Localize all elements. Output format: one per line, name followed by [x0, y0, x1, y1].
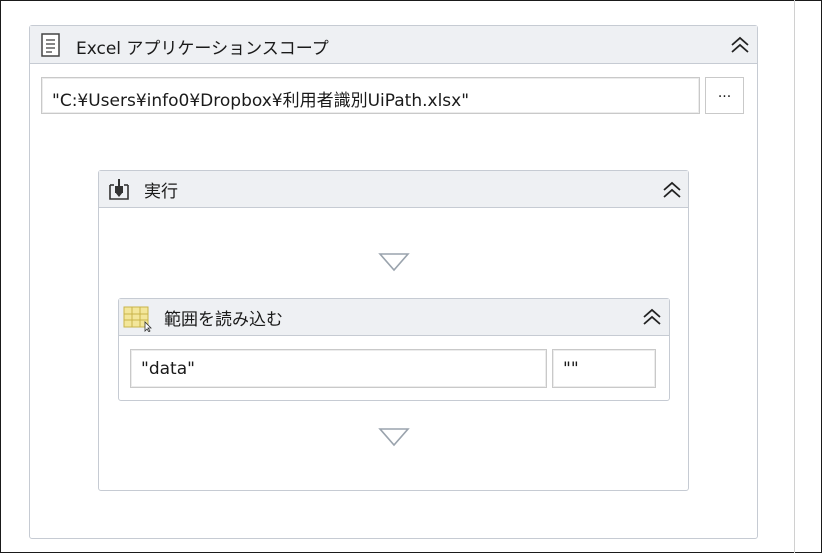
- read-range-header[interactable]: 範囲を読み込む: [119, 299, 669, 336]
- double-chevron-up-icon[interactable]: [641, 306, 663, 328]
- excel-scope-header[interactable]: Excel アプリケーションスコープ: [30, 26, 757, 64]
- drop-target-arrow-icon[interactable]: [378, 252, 410, 276]
- execute-header[interactable]: 実行: [99, 171, 688, 208]
- excel-document-icon: [40, 33, 62, 61]
- panel-divider: [794, 0, 795, 553]
- read-range-title: 範囲を読み込む: [164, 310, 283, 330]
- workbook-path-input[interactable]: "C:¥Users¥info0¥Dropbox¥利用者識別UiPath.xlsx…: [41, 77, 700, 114]
- double-chevron-up-icon[interactable]: [661, 179, 683, 201]
- double-chevron-up-icon[interactable]: [729, 34, 751, 56]
- range-input[interactable]: "": [552, 349, 656, 388]
- excel-scope-title: Excel アプリケーションスコープ: [76, 39, 329, 59]
- read-range-icon: [123, 304, 153, 336]
- execute-title: 実行: [144, 182, 178, 202]
- execute-activity-icon: [106, 177, 132, 207]
- drop-target-arrow-icon[interactable]: [378, 427, 410, 451]
- sheet-name-input[interactable]: "data": [130, 349, 547, 388]
- browse-button[interactable]: ...: [705, 77, 744, 114]
